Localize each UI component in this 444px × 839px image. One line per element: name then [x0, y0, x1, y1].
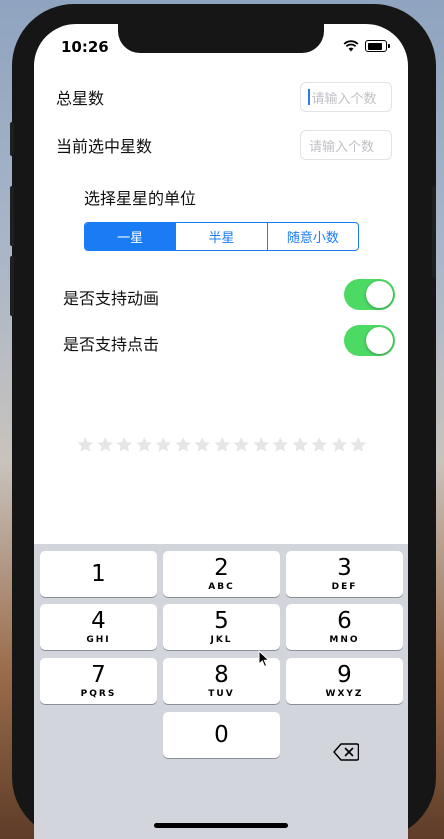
star-icon[interactable]: [96, 436, 115, 454]
key-digit: 0: [214, 722, 229, 748]
star-icon[interactable]: [135, 436, 154, 454]
current-stars-input[interactable]: 请输入个数: [300, 130, 392, 160]
segment-one-star[interactable]: 一星: [85, 223, 176, 250]
key-6[interactable]: 6 MNO: [286, 604, 403, 650]
tap-label: 是否支持点击: [63, 335, 160, 354]
key-letters: ABC: [208, 582, 235, 592]
star-rating[interactable]: [76, 436, 368, 454]
wifi-icon: [343, 40, 359, 52]
battery-nub: [388, 44, 390, 48]
current-stars-placeholder: 请输入个数: [309, 139, 375, 155]
text-caret: [308, 89, 310, 105]
key-digit: 2: [214, 555, 229, 581]
animation-toggle[interactable]: [344, 279, 395, 310]
notch: [118, 24, 324, 53]
key-letters: MNO: [329, 635, 360, 645]
status-icons: [343, 40, 390, 52]
star-icon[interactable]: [213, 436, 232, 454]
key-digit: 5: [214, 608, 229, 634]
key-1[interactable]: 1: [40, 551, 157, 597]
volume-down-button: [10, 256, 14, 316]
key-letters: GHI: [86, 635, 111, 645]
star-icon[interactable]: [330, 436, 349, 454]
key-letters: JKL: [210, 635, 233, 645]
star-icon[interactable]: [115, 436, 134, 454]
star-icon[interactable]: [310, 436, 329, 454]
unit-segmented-control: 一星 半星 随意小数: [84, 222, 359, 251]
key-5[interactable]: 5 JKL: [163, 604, 280, 650]
app-screen: 10:26 总星数 请输入个数 当前选中星数 请输入个数 选择星星的单位 一星 …: [34, 24, 408, 839]
key-0[interactable]: 0: [163, 712, 280, 758]
mute-switch: [10, 122, 14, 156]
mouse-cursor-icon: [258, 650, 270, 668]
star-icon[interactable]: [291, 436, 310, 454]
total-stars-input[interactable]: 请输入个数: [300, 82, 392, 112]
segment-any-decimal[interactable]: 随意小数: [266, 223, 358, 250]
star-icon[interactable]: [154, 436, 173, 454]
star-icon[interactable]: [76, 436, 95, 454]
star-icon[interactable]: [174, 436, 193, 454]
key-4[interactable]: 4 GHI: [40, 604, 157, 650]
key-digit: 6: [337, 608, 352, 634]
star-icon[interactable]: [349, 436, 368, 454]
key-3[interactable]: 3 DEF: [286, 551, 403, 597]
animation-label: 是否支持动画: [63, 289, 160, 308]
key-7[interactable]: 7 PQRS: [40, 658, 157, 704]
current-stars-label: 当前选中星数: [56, 137, 153, 156]
toggle-knob: [366, 281, 393, 308]
star-icon[interactable]: [193, 436, 212, 454]
key-digit: 8: [214, 662, 229, 688]
toggle-knob: [366, 327, 393, 354]
key-digit: 3: [337, 555, 352, 581]
key-digit: 7: [91, 662, 106, 688]
total-stars-label: 总星数: [56, 89, 105, 108]
home-indicator: [154, 823, 288, 828]
star-icon[interactable]: [271, 436, 290, 454]
status-time: 10:26: [61, 38, 109, 56]
segment-half-star[interactable]: 半星: [175, 223, 266, 250]
key-letters: PQRS: [80, 689, 117, 699]
key-9[interactable]: 9 WXYZ: [286, 658, 403, 704]
star-icon[interactable]: [252, 436, 271, 454]
key-letters: WXYZ: [325, 689, 364, 699]
key-letters: DEF: [331, 582, 358, 592]
key-2[interactable]: 2 ABC: [163, 551, 280, 597]
star-icon[interactable]: [232, 436, 251, 454]
key-digit: 9: [337, 662, 352, 688]
numeric-keyboard: 1 2 ABC 3 DEF 4 GHI 5 JKL 6 MNO 7 PQRS 8 TUV 9W…: [34, 544, 408, 839]
power-button: [432, 186, 436, 278]
backspace-icon[interactable]: [333, 743, 359, 761]
key-letters: TUV: [208, 689, 235, 699]
battery-icon: [365, 40, 387, 52]
total-stars-placeholder: 请输入个数: [311, 91, 377, 107]
key-digit: 1: [91, 561, 106, 587]
unit-label: 选择星星的单位: [84, 189, 197, 208]
volume-up-button: [10, 186, 14, 246]
key-digit: 4: [91, 608, 106, 634]
tap-toggle[interactable]: [344, 325, 395, 356]
